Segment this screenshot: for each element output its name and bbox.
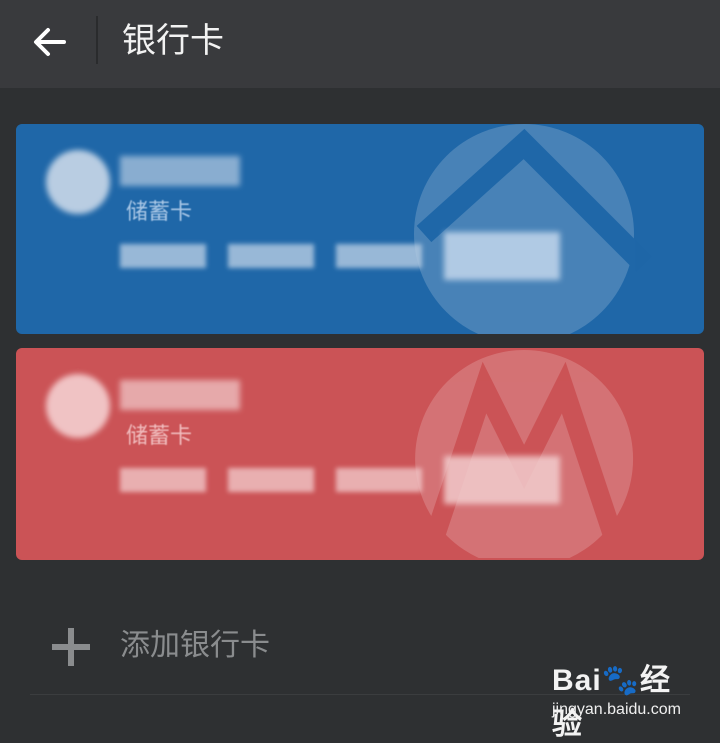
- card-type-label: 储蓄卡: [126, 200, 193, 225]
- bank-name: [120, 156, 240, 186]
- header-divider: [96, 16, 98, 64]
- card-number-group: [120, 468, 206, 492]
- bank-logo: [46, 374, 110, 438]
- arrow-left-icon: [34, 28, 66, 56]
- card-number-group: [228, 244, 314, 268]
- plus-icon: [52, 628, 90, 666]
- bank-watermark-icon: [415, 350, 634, 558]
- card-number-group: [336, 244, 422, 268]
- bank-name: [120, 380, 240, 410]
- card-number-last-digits: [444, 232, 560, 280]
- bank-card-1[interactable]: 储蓄卡: [16, 124, 704, 334]
- back-button[interactable]: [22, 14, 78, 70]
- card-number-group: [120, 244, 206, 268]
- card-number-group: [336, 468, 422, 492]
- paw-icon: 🐾: [601, 664, 641, 697]
- card-type-label: 储蓄卡: [126, 424, 193, 449]
- bank-logo: [46, 150, 110, 214]
- bank-card-2[interactable]: 储蓄卡: [16, 348, 704, 560]
- baidu-jingyan-watermark: Bai🐾经验 jingyan.baidu.com: [552, 655, 692, 741]
- top-app-bar: 银行卡: [0, 0, 720, 88]
- page-title: 银行卡: [122, 21, 224, 61]
- bank-watermark-icon: [414, 124, 652, 334]
- add-bank-card-label: 添加银行卡: [120, 628, 270, 663]
- card-number-last-digits: [444, 456, 560, 504]
- watermark-brand: Bai🐾经验: [552, 664, 672, 741]
- watermark-url: jingyan.baidu.com: [552, 701, 681, 718]
- card-number-group: [228, 468, 314, 492]
